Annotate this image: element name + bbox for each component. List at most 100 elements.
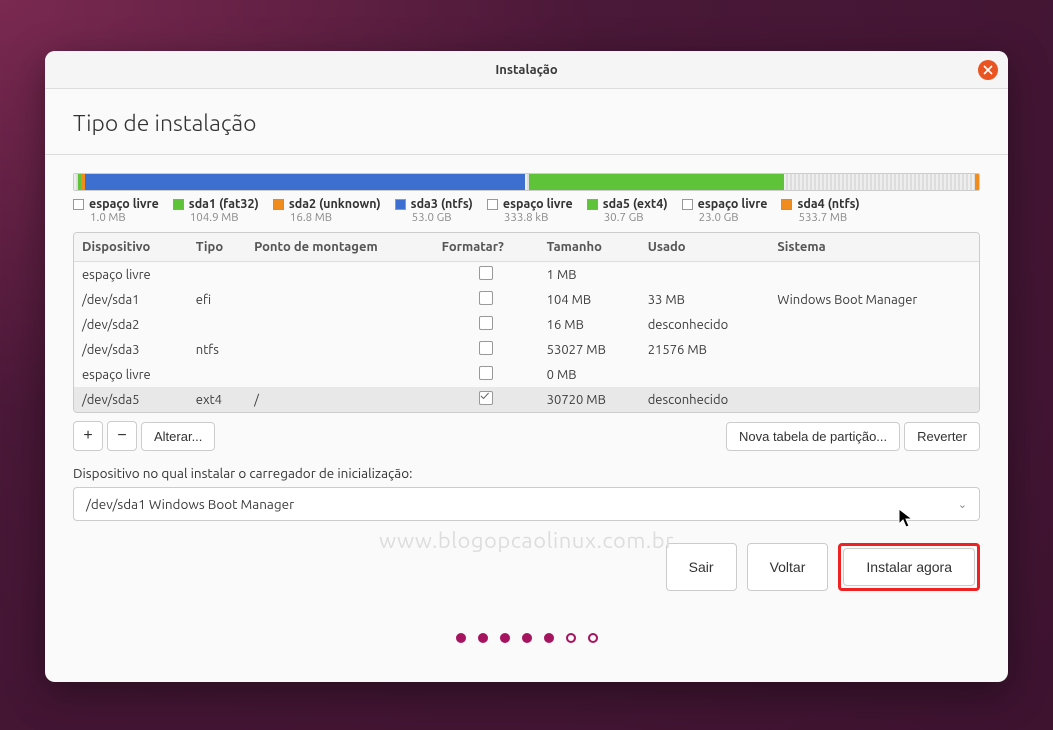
install-now-button[interactable]: Instalar agora	[843, 548, 975, 586]
table-header-row: Dispositivo Tipo Ponto de montagem Forma…	[74, 233, 979, 262]
progress-dot	[544, 633, 554, 643]
legend-item: sda5 (ext4)30.7 GB	[587, 197, 678, 224]
col-type[interactable]: Tipo	[188, 233, 246, 262]
bootloader-select[interactable]: /dev/sda1 Windows Boot Manager ⌄	[73, 487, 980, 521]
progress-dot	[456, 633, 466, 643]
new-partition-table-button[interactable]: Nova tabela de partição...	[726, 422, 900, 451]
partition-toolbar: + − Alterar... Nova tabela de partição..…	[73, 421, 980, 451]
progress-dot	[588, 633, 598, 643]
cell	[640, 362, 770, 387]
disk-segment[interactable]	[784, 174, 975, 190]
legend-swatch	[682, 199, 693, 210]
cell: /dev/sda1	[74, 287, 188, 312]
table-row[interactable]: /dev/sda1efi104 MB33 MBWindows Boot Mana…	[74, 287, 979, 312]
bootloader-value: /dev/sda1 Windows Boot Manager	[86, 496, 294, 512]
legend-swatch	[395, 199, 406, 210]
legend-swatch	[273, 199, 284, 210]
table-row[interactable]: espaço livre 1 MB	[74, 262, 979, 288]
disk-segment[interactable]	[85, 174, 525, 190]
format-checkbox[interactable]	[479, 341, 493, 355]
cell	[640, 262, 770, 288]
cell	[246, 312, 434, 337]
legend-label: espaço livre	[89, 197, 159, 211]
quit-button[interactable]: Sair	[666, 543, 737, 591]
legend-item: sda2 (unknown)16.8 MB	[273, 197, 391, 224]
cell: /dev/sda3	[74, 337, 188, 362]
col-size[interactable]: Tamanho	[539, 233, 640, 262]
cell: desconhecido	[640, 312, 770, 337]
cell	[188, 262, 246, 288]
legend-size: 16.8 MB	[290, 211, 381, 224]
installer-window: Instalação Tipo de instalação espaço liv…	[45, 51, 1008, 682]
cell: espaço livre	[74, 262, 188, 288]
disk-usage-bar	[73, 173, 980, 191]
legend-item: espaço livre1.0 MB	[73, 197, 169, 224]
partition-legend: espaço livre1.0 MBsda1 (fat32)104.9 MBsd…	[73, 197, 980, 224]
divider	[45, 154, 1008, 155]
legend-item: espaço livre333.8 kB	[487, 197, 583, 224]
cell	[769, 362, 979, 387]
cell: Windows Boot Manager	[769, 287, 979, 312]
cell	[769, 262, 979, 288]
cell: 21576 MB	[640, 337, 770, 362]
back-button[interactable]: Voltar	[747, 543, 829, 591]
cell	[188, 362, 246, 387]
add-partition-button[interactable]: +	[73, 421, 103, 451]
legend-size: 333.8 kB	[504, 211, 573, 224]
cell: 30720 MB	[539, 387, 640, 412]
progress-indicator	[73, 633, 980, 643]
revert-button[interactable]: Reverter	[904, 422, 980, 451]
close-icon[interactable]	[978, 60, 998, 80]
legend-swatch	[587, 199, 598, 210]
cell	[769, 387, 979, 412]
legend-item: sda3 (ntfs)53.0 GB	[395, 197, 483, 224]
cell: 104 MB	[539, 287, 640, 312]
cell	[246, 287, 434, 312]
col-system[interactable]: Sistema	[769, 233, 979, 262]
legend-size: 533.7 MB	[798, 211, 859, 224]
legend-size: 104.9 MB	[190, 211, 259, 224]
cell: 0 MB	[539, 362, 640, 387]
change-partition-button[interactable]: Alterar...	[141, 422, 215, 451]
col-used[interactable]: Usado	[640, 233, 770, 262]
format-checkbox[interactable]	[479, 266, 493, 280]
legend-swatch	[781, 199, 792, 210]
format-checkbox[interactable]	[479, 291, 493, 305]
format-checkbox[interactable]	[479, 391, 493, 405]
col-device[interactable]: Dispositivo	[74, 233, 188, 262]
cell: 16 MB	[539, 312, 640, 337]
legend-label: sda5 (ext4)	[603, 197, 668, 211]
legend-size: 30.7 GB	[604, 211, 668, 224]
cell: ntfs	[188, 337, 246, 362]
progress-dot	[522, 633, 532, 643]
legend-item: sda1 (fat32)104.9 MB	[173, 197, 269, 224]
table-row[interactable]: /dev/sda3ntfs53027 MB21576 MB	[74, 337, 979, 362]
legend-swatch	[487, 199, 498, 210]
disk-segment[interactable]	[529, 174, 784, 190]
legend-item: sda4 (ntfs)533.7 MB	[781, 197, 869, 224]
chevron-down-icon: ⌄	[958, 498, 967, 511]
col-mount[interactable]: Ponto de montagem	[246, 233, 434, 262]
cell	[188, 312, 246, 337]
table-row[interactable]: /dev/sda216 MBdesconhecido	[74, 312, 979, 337]
window-title: Instalação	[495, 63, 557, 77]
table-row[interactable]: espaço livre0 MB	[74, 362, 979, 387]
remove-partition-button[interactable]: −	[107, 421, 137, 451]
wizard-actions: Sair Voltar Instalar agora	[73, 543, 980, 591]
cell: /	[246, 387, 434, 412]
cell	[769, 312, 979, 337]
cell: 1 MB	[539, 262, 640, 288]
legend-label: sda4 (ntfs)	[797, 197, 859, 211]
cell	[246, 262, 434, 288]
cell: desconhecido	[640, 387, 770, 412]
progress-dot	[566, 633, 576, 643]
install-highlight: Instalar agora	[838, 543, 980, 591]
disk-segment[interactable]	[975, 174, 979, 190]
legend-label: sda3 (ntfs)	[411, 197, 473, 211]
col-format[interactable]: Formatar?	[434, 233, 539, 262]
format-checkbox[interactable]	[479, 366, 493, 380]
table-row[interactable]: /dev/sda5ext4/30720 MBdesconhecido	[74, 387, 979, 412]
partition-table: Dispositivo Tipo Ponto de montagem Forma…	[73, 232, 980, 413]
format-checkbox[interactable]	[479, 316, 493, 330]
legend-size: 1.0 MB	[90, 211, 159, 224]
